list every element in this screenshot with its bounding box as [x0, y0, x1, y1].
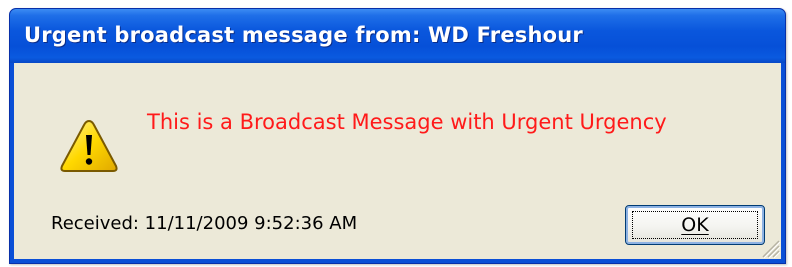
ok-button[interactable]: OK — [625, 205, 765, 245]
message-dialog: Urgent broadcast message from: WD Fresho… — [9, 8, 786, 264]
broadcast-message: This is a Broadcast Message with Urgent … — [147, 110, 667, 134]
resize-grip-icon[interactable] — [759, 237, 781, 259]
dialog-body: This is a Broadcast Message with Urgent … — [14, 63, 781, 259]
ok-button-label: OK — [681, 214, 709, 236]
title-bar[interactable]: Urgent broadcast message from: WD Fresho… — [10, 9, 785, 63]
received-timestamp: Received: 11/11/2009 9:52:36 AM — [51, 213, 358, 234]
warning-icon — [60, 120, 118, 172]
window-title: Urgent broadcast message from: WD Fresho… — [24, 23, 583, 47]
